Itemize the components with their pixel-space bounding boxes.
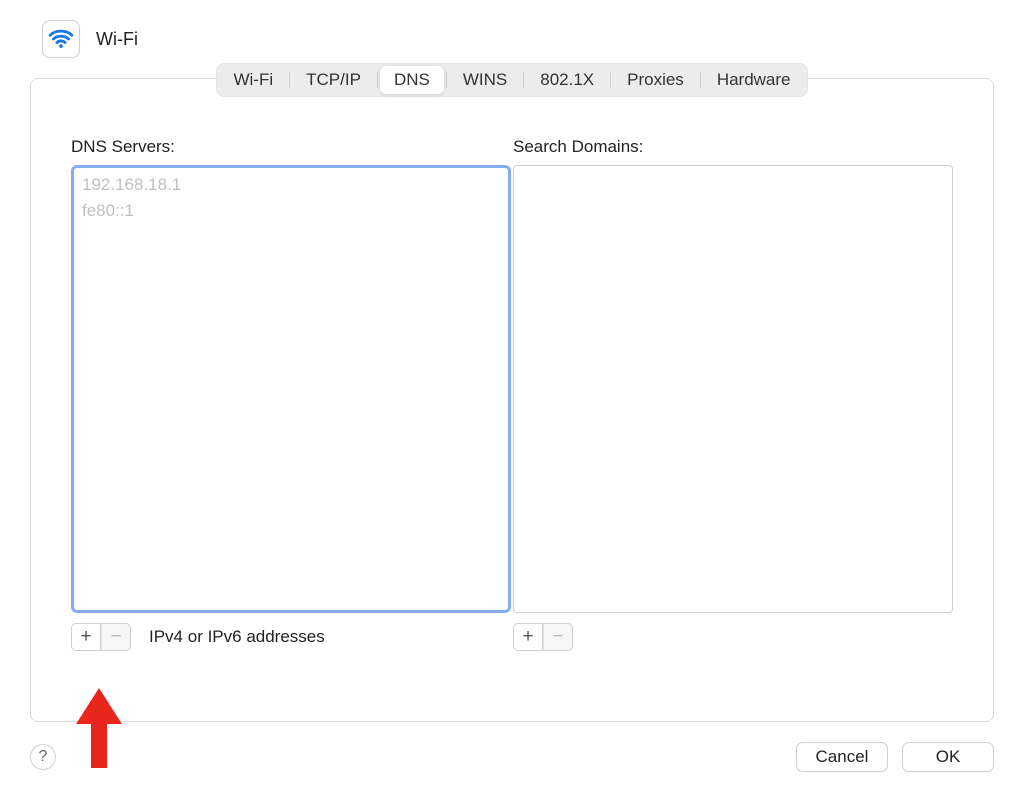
- tab-divider: [289, 72, 290, 88]
- window-header: Wi-Fi: [0, 0, 1024, 70]
- tab-wins[interactable]: WINS: [449, 66, 521, 94]
- cancel-button[interactable]: Cancel: [796, 742, 888, 772]
- tab-divider: [610, 72, 611, 88]
- tab-8021x[interactable]: 802.1X: [526, 66, 608, 94]
- tab-hardware[interactable]: Hardware: [703, 66, 805, 94]
- dns-add-button[interactable]: +: [71, 623, 101, 651]
- dns-servers-label: DNS Servers:: [71, 137, 511, 157]
- tab-dns[interactable]: DNS: [380, 66, 444, 94]
- tab-proxies[interactable]: Proxies: [613, 66, 698, 94]
- ok-button[interactable]: OK: [902, 742, 994, 772]
- tab-divider: [377, 72, 378, 88]
- dns-hint-label: IPv4 or IPv6 addresses: [149, 627, 325, 647]
- wifi-icon: [42, 20, 80, 58]
- search-domains-remove-button[interactable]: −: [543, 623, 573, 651]
- tab-wifi[interactable]: Wi-Fi: [219, 66, 287, 94]
- dns-servers-column: DNS Servers: 192.168.18.1 fe80::1 + − IP…: [71, 137, 511, 651]
- dns-add-remove-group: + −: [71, 623, 131, 651]
- search-domains-list[interactable]: [513, 165, 953, 613]
- main-panel: Wi-Fi TCP/IP DNS WINS 802.1X Proxies Har…: [30, 78, 994, 722]
- page-title: Wi-Fi: [96, 29, 138, 50]
- tab-divider: [446, 72, 447, 88]
- tab-divider: [700, 72, 701, 88]
- dns-entry[interactable]: fe80::1: [82, 198, 500, 224]
- tab-divider: [523, 72, 524, 88]
- search-domains-label: Search Domains:: [513, 137, 953, 157]
- tab-bar: Wi-Fi TCP/IP DNS WINS 802.1X Proxies Har…: [216, 63, 807, 97]
- search-domains-column: Search Domains: + −: [513, 137, 953, 651]
- search-domains-add-button[interactable]: +: [513, 623, 543, 651]
- dns-servers-list[interactable]: 192.168.18.1 fe80::1: [71, 165, 511, 613]
- tab-tcpip[interactable]: TCP/IP: [292, 66, 375, 94]
- dns-entry[interactable]: 192.168.18.1: [82, 172, 500, 198]
- search-domains-add-remove-group: + −: [513, 623, 573, 651]
- help-button[interactable]: ?: [30, 744, 56, 770]
- dns-remove-button[interactable]: −: [101, 623, 131, 651]
